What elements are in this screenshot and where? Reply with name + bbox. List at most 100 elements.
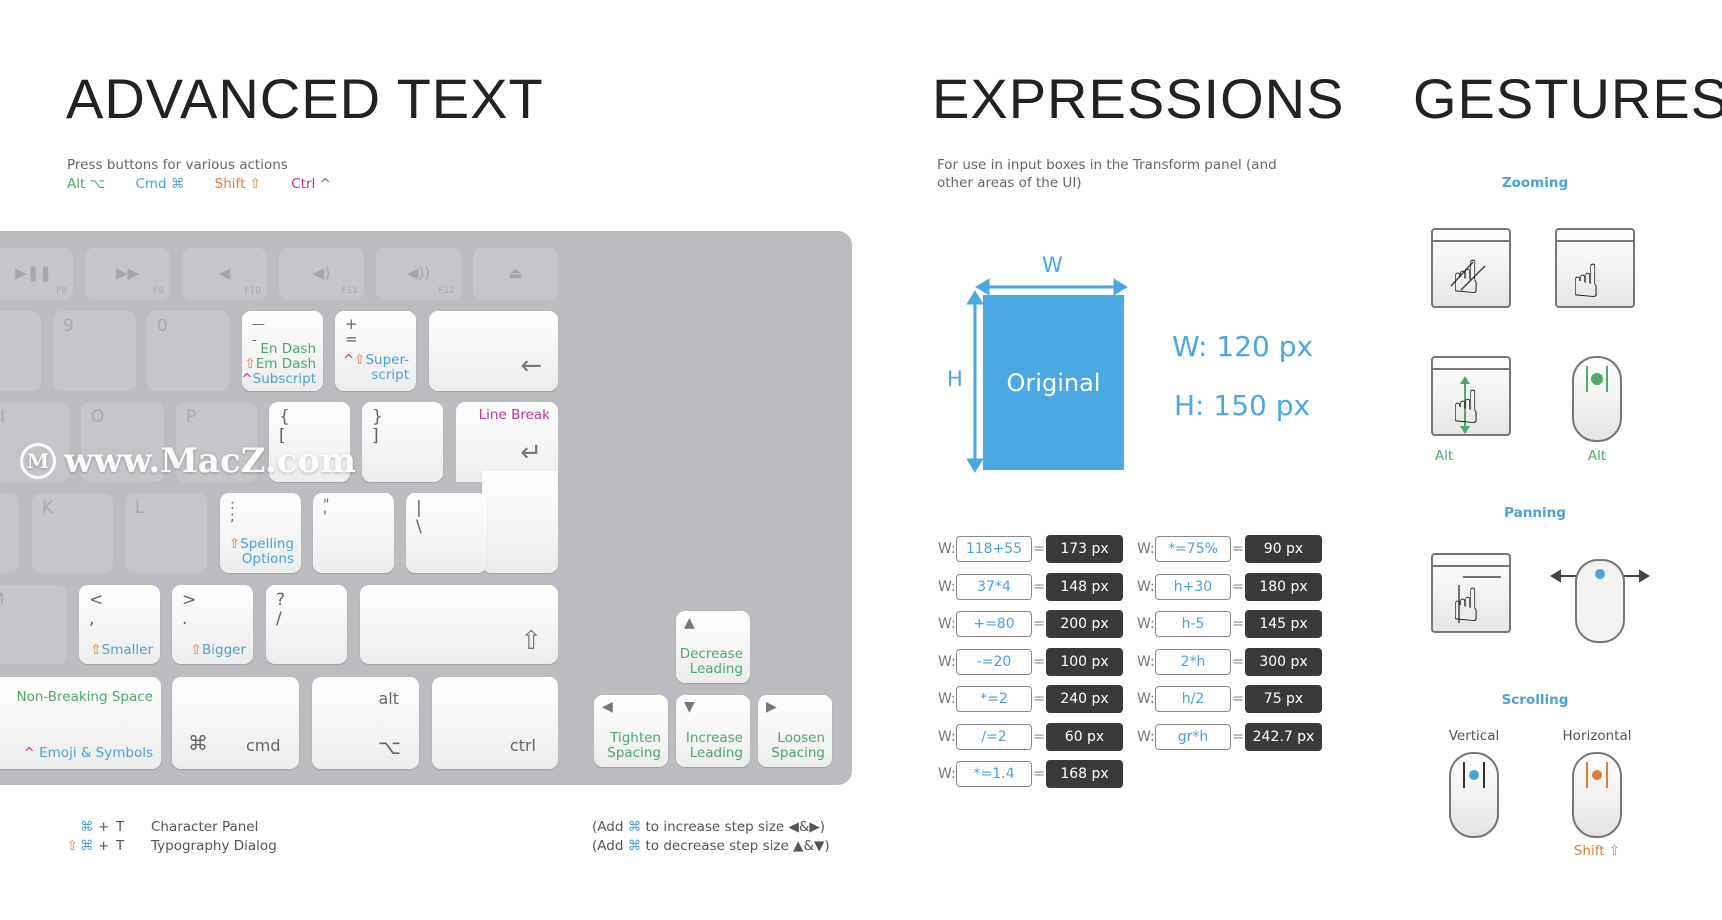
- expression-input[interactable]: 118+55: [956, 536, 1032, 562]
- width-arrow-right-head: [1113, 278, 1128, 296]
- key-eject[interactable]: ⏏: [473, 248, 558, 300]
- key-shift[interactable]: ⇧: [360, 585, 558, 664]
- expression-row: W: *=1.4 = 168 px: [938, 760, 1123, 788]
- key-f9[interactable]: ▶▶ F9: [85, 248, 170, 300]
- key-slash[interactable]: ? /: [266, 585, 347, 664]
- key-9[interactable]: 9: [53, 311, 136, 391]
- key-label: }]: [372, 407, 383, 446]
- equals-sign: =: [1232, 541, 1244, 557]
- keyboard: ▶❚❚ F8 ▶▶ F9 ◀ F10 ◀) F11 ◀)) F12 ⏏ 9 0 …: [0, 231, 852, 785]
- alt-label: alt: [378, 689, 399, 708]
- em-dash-label: Em Dash: [255, 356, 316, 372]
- key-minus[interactable]: — - En Dash ⇧Em Dash ^Subscript: [241, 311, 323, 391]
- expression-input[interactable]: h+30: [1155, 573, 1231, 600]
- decrease-leading-label: Decrease Leading: [679, 646, 743, 677]
- key-0[interactable]: 0: [147, 311, 229, 391]
- spelling-options-action: ⇧Spelling Options: [229, 537, 294, 567]
- zooming-heading: Zooming: [1501, 175, 1569, 191]
- key-return-lower[interactable]: [482, 471, 558, 573]
- key-equals[interactable]: + = ^⇧Super- script: [335, 311, 416, 391]
- expressions-title: EXPRESSIONS: [932, 67, 1345, 130]
- key-8[interactable]: [0, 311, 41, 391]
- key-alt[interactable]: alt ⌥: [312, 677, 419, 769]
- expression-row: W: gr*h = 242.7 px: [1137, 722, 1322, 751]
- expression-input[interactable]: gr*h: [1155, 723, 1231, 750]
- cmd-icon: ⌘: [627, 819, 642, 835]
- expression-result: 168 px: [1046, 760, 1123, 788]
- shift-icon: ⇧: [244, 356, 256, 372]
- key-arrow-up[interactable]: ▲ Decrease Leading: [676, 611, 750, 683]
- mouse-horizontal-scroll: [1572, 752, 1622, 838]
- smaller-label: Smaller: [101, 642, 153, 658]
- cmd-icon: ⌘: [627, 838, 642, 854]
- expression-row: W: h+30 = 180 px: [1137, 572, 1322, 601]
- field-label: W:: [938, 578, 956, 595]
- key-arrow-down[interactable]: ▼ Increase Leading: [676, 695, 750, 767]
- return-icon: ↵: [520, 438, 542, 468]
- cmd-icon: ⌘: [80, 819, 94, 835]
- shortcut-typography-dialog: ⇧ ⌘ + T Typography Dialog: [60, 837, 277, 856]
- field-label: W:: [938, 653, 956, 670]
- expression-input[interactable]: h/2: [1155, 686, 1231, 712]
- key-f8[interactable]: ▶❚❚ F8: [0, 248, 73, 300]
- key-semicolon[interactable]: :; ⇧Spelling Options: [220, 493, 301, 573]
- expression-input[interactable]: *=2: [956, 686, 1032, 712]
- zoom-alt-label-2: Alt: [1587, 448, 1607, 464]
- backspace-icon: ←: [520, 351, 542, 381]
- key-f10[interactable]: ◀ F10: [182, 248, 267, 300]
- key-k[interactable]: K: [32, 493, 113, 573]
- key-return[interactable]: Line Break ↵: [456, 402, 558, 482]
- key-space[interactable]: Non-Breaking Space ^ Emoji & Symbols: [0, 677, 161, 769]
- key-ctrl[interactable]: ctrl: [432, 677, 558, 769]
- ctrl-icon: ^: [241, 371, 253, 387]
- equals-sign: =: [1033, 766, 1045, 782]
- width-arrow-left-head: [975, 278, 990, 296]
- expression-row: W: 2*h = 300 px: [1137, 647, 1322, 676]
- expression-input[interactable]: 37*4: [956, 573, 1032, 600]
- equals-sign: =: [1232, 691, 1244, 707]
- key-right-bracket[interactable]: }]: [362, 402, 443, 482]
- key-comma[interactable]: <, ⇧Smaller: [79, 585, 160, 664]
- expression-input[interactable]: *=1.4: [956, 761, 1032, 787]
- expression-input[interactable]: /=2: [956, 723, 1032, 750]
- key-f11[interactable]: ◀) F11: [279, 248, 364, 300]
- expression-input[interactable]: +=80: [956, 611, 1032, 637]
- cmd-icon: ⌘: [188, 731, 208, 755]
- ctrl-icon: ^: [23, 745, 35, 761]
- expression-row: W: *=2 = 240 px: [938, 685, 1123, 713]
- key-f12[interactable]: ◀)) F12: [376, 248, 461, 300]
- key-m[interactable]: M: [0, 585, 67, 664]
- expression-input[interactable]: 2*h: [1155, 648, 1231, 675]
- key-arrow-left[interactable]: ◀ Tighten Spacing: [594, 695, 668, 767]
- ctrl-icon: ^: [342, 352, 355, 368]
- key-quote[interactable]: " ': [313, 493, 394, 573]
- loosen-spacing-label: Loosen Spacing: [771, 730, 825, 761]
- width-readout: W: 120 px: [1172, 330, 1314, 363]
- watermark-text: www.MacZ.com: [64, 441, 357, 481]
- expression-row: W: +=80 = 200 px: [938, 610, 1123, 638]
- key-period[interactable]: >. ⇧Bigger: [172, 585, 253, 664]
- ctrl-label: ctrl: [509, 736, 536, 755]
- equals-sign: =: [1033, 541, 1045, 557]
- key-label: M: [0, 591, 5, 610]
- expression-input[interactable]: -=20: [956, 648, 1032, 675]
- left-arrow-icon: ◀: [602, 699, 613, 715]
- panning-heading: Panning: [1504, 505, 1566, 521]
- key-backspace[interactable]: ←: [429, 311, 558, 391]
- mouse-vertical-arrows-icon: [1586, 366, 1608, 392]
- up-arrow-icon: ▲: [684, 615, 695, 631]
- key-label: P: [186, 407, 197, 427]
- key-cmd[interactable]: ⌘ cmd: [172, 677, 299, 769]
- key-j[interactable]: [0, 493, 19, 573]
- expression-input[interactable]: h-5: [1155, 611, 1231, 637]
- key-arrow-right[interactable]: ▶ Loosen Spacing: [758, 695, 832, 767]
- key-l[interactable]: L: [125, 493, 207, 573]
- expression-input[interactable]: *=75%: [1155, 536, 1231, 562]
- step-size-notes: (Add ⌘ to increase step size ◀&▶) (Add ⌘…: [592, 818, 830, 856]
- non-breaking-space-label: Non-Breaking Space: [16, 689, 153, 705]
- legend-alt: Alt ⌥: [67, 176, 106, 192]
- key-backslash[interactable]: | \: [406, 493, 487, 573]
- key-t: T: [116, 838, 125, 854]
- en-dash-label: En Dash: [260, 341, 316, 357]
- bigger-action: ⇧Bigger: [191, 643, 246, 658]
